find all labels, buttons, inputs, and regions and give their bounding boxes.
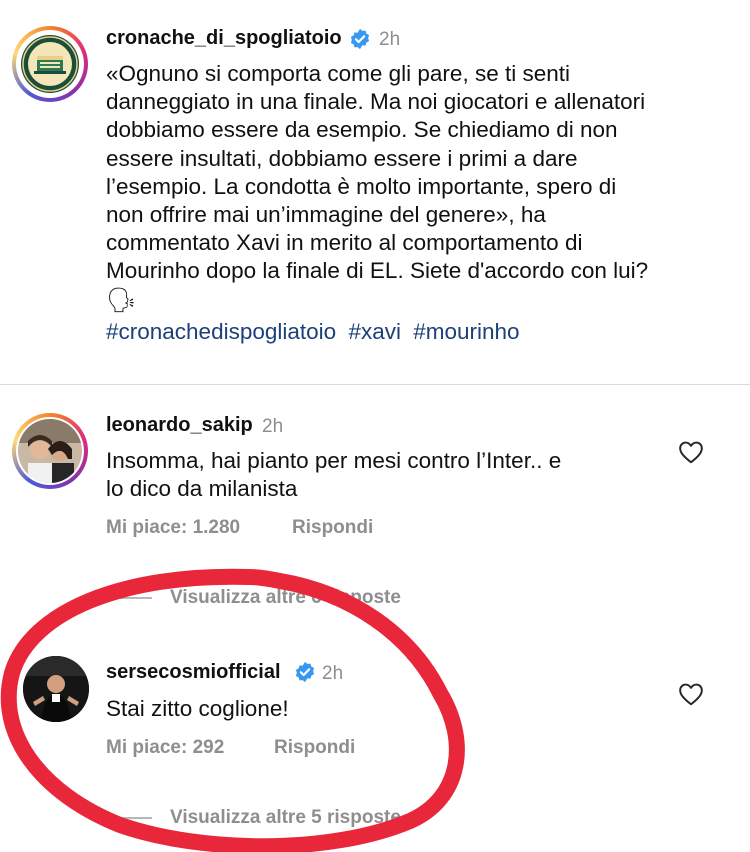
hashtag-link[interactable]: #xavi xyxy=(348,319,401,344)
speaking-head-emoji: 🗣 xyxy=(106,287,137,314)
view-replies-link[interactable]: Visualizza altre 6 risposte xyxy=(170,587,401,609)
post-time: 2h xyxy=(379,29,401,50)
cronache-logo-icon xyxy=(21,35,79,93)
hashtag-link[interactable]: #cronachedispogliatoio xyxy=(106,319,336,344)
caption-line: danneggiato in una finale. Ma noi giocat… xyxy=(106,89,646,115)
comment-text: Stai zitto coglione! xyxy=(106,695,289,723)
comment-line: lo dico da milanista xyxy=(106,476,298,502)
commenter-avatar[interactable] xyxy=(12,413,88,489)
caption-line: essere insultati, dobbiamo essere i prim… xyxy=(106,145,578,171)
user-photo-icon xyxy=(23,656,89,722)
caption-line: l’esempio. La condotta è molto important… xyxy=(106,173,617,199)
post-caption: «Ognuno si comporta come gli pare, se ti… xyxy=(106,60,736,286)
post-author-username[interactable]: cronache_di_spogliatoio xyxy=(106,27,342,50)
comment-line: Stai zitto coglione! xyxy=(106,696,289,721)
like-heart-icon[interactable] xyxy=(678,440,704,464)
like-count[interactable]: Mi piace: 292 xyxy=(106,737,224,759)
commenter-username[interactable]: leonardo_sakip xyxy=(106,414,253,437)
caption-line: «Ognuno si comporta come gli pare, se ti… xyxy=(106,61,570,86)
view-replies-link[interactable]: Visualizza altre 5 risposte xyxy=(170,807,401,829)
replies-divider-line xyxy=(110,817,152,819)
post-author-avatar[interactable] xyxy=(12,26,88,102)
caption-line: non offrire mai un’immagine del genere»,… xyxy=(106,202,546,228)
verified-badge-icon xyxy=(295,661,315,683)
verified-badge-icon xyxy=(350,28,370,50)
hashtag-link[interactable]: #mourinho xyxy=(413,319,519,344)
comment-time: 2h xyxy=(262,416,284,437)
hashtag-list: #cronachedispogliatoio #xavi #mourinho xyxy=(106,318,526,346)
comment-time: 2h xyxy=(322,663,344,684)
caption-line: dobbiamo essere da esempio. Se chiediamo… xyxy=(106,117,618,143)
reply-button[interactable]: Rispondi xyxy=(274,737,355,759)
commenter-avatar[interactable] xyxy=(23,656,89,722)
comment-text: Insomma, hai pianto per mesi contro l’In… xyxy=(106,447,561,503)
like-count[interactable]: Mi piace: 1.280 xyxy=(106,517,240,539)
replies-divider-line xyxy=(110,597,152,599)
comment-line: Insomma, hai pianto per mesi contro l’In… xyxy=(106,448,562,473)
caption-divider xyxy=(0,384,750,385)
like-heart-icon[interactable] xyxy=(678,682,704,706)
caption-line: commentato Xavi in merito al comportamen… xyxy=(106,230,583,256)
commenter-username[interactable]: sersecosmiofficial xyxy=(106,661,281,684)
user-photo-icon xyxy=(18,419,82,483)
reply-button[interactable]: Rispondi xyxy=(292,517,373,539)
caption-line: Mourinho dopo la finale di EL. Siete d'a… xyxy=(106,258,649,284)
